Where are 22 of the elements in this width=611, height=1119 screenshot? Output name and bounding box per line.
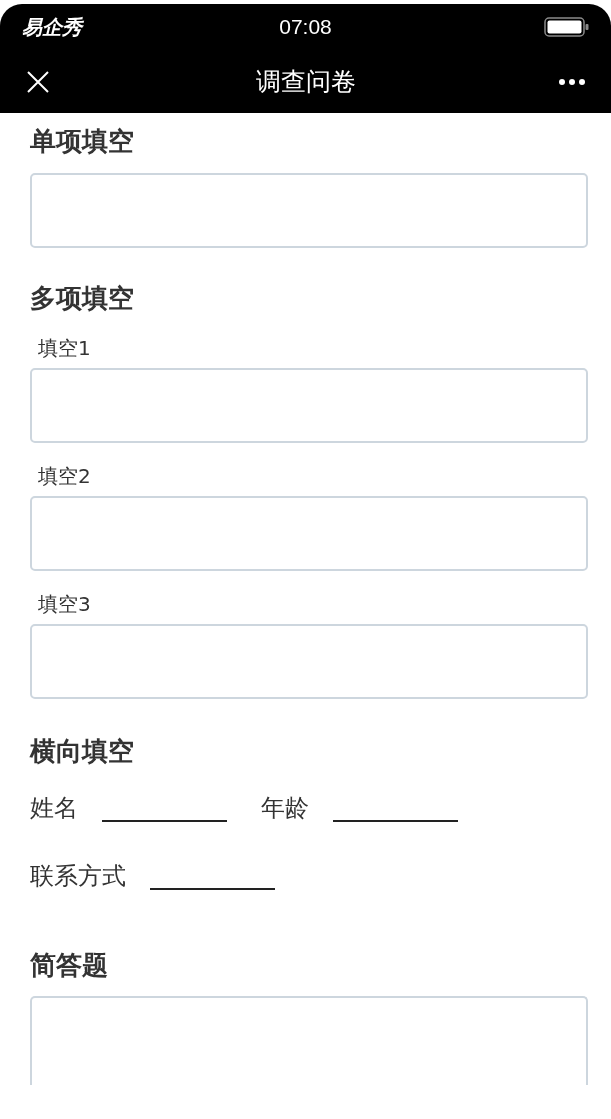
field-label: 填空3 bbox=[37, 591, 91, 618]
question-title: 横向填空 bbox=[30, 735, 134, 768]
field-label: 填空1 bbox=[37, 335, 91, 362]
input-field[interactable] bbox=[30, 496, 588, 571]
field-label: 年龄 bbox=[261, 793, 309, 824]
status-time: 07:08 bbox=[278, 15, 333, 39]
close-icon bbox=[27, 70, 49, 93]
page-title: 调查问卷 bbox=[254, 66, 357, 98]
close-button[interactable] bbox=[27, 70, 49, 93]
input-field[interactable] bbox=[30, 624, 588, 699]
more-icon bbox=[559, 78, 585, 85]
question-title: 简答题 bbox=[30, 949, 108, 982]
field-label: 姓名 bbox=[30, 793, 78, 824]
input-field[interactable] bbox=[30, 368, 588, 443]
more-button[interactable] bbox=[559, 78, 585, 85]
field-label: 联系方式 bbox=[30, 861, 126, 892]
question-title: 单项填空 bbox=[30, 125, 134, 158]
field-label: 填空2 bbox=[37, 463, 91, 490]
input-field[interactable] bbox=[30, 173, 588, 248]
battery-icon bbox=[544, 17, 589, 37]
question-title: 多项填空 bbox=[30, 282, 134, 315]
carrier-name: 易企秀 bbox=[22, 13, 82, 41]
